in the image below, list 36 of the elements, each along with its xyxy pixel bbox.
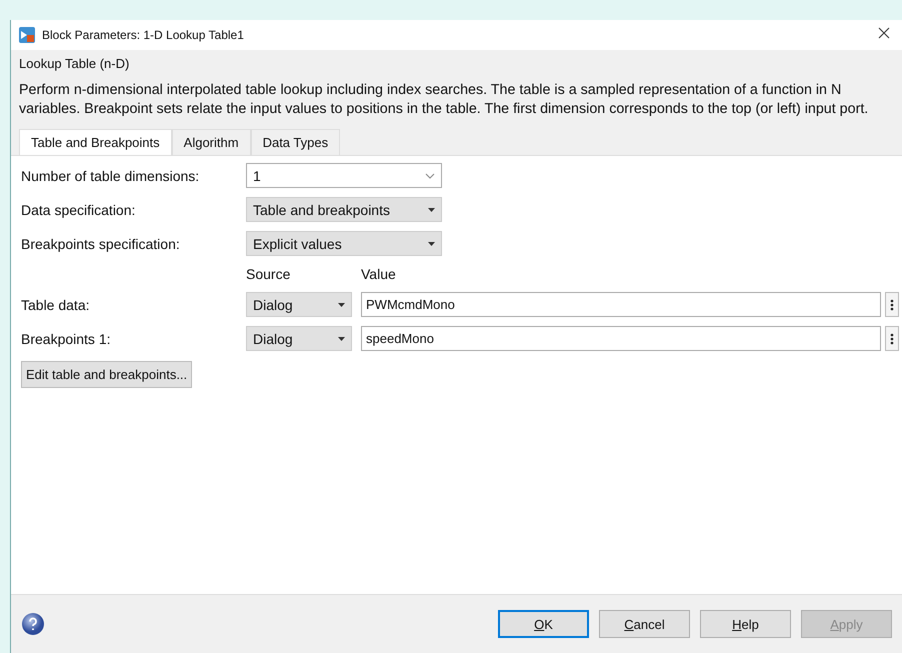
- group-title: Lookup Table (n-D): [19, 55, 130, 73]
- parameter-label: Breakpoints 1:: [21, 330, 112, 346]
- caret-icon: [428, 208, 435, 212]
- more-button[interactable]: [885, 326, 899, 351]
- app-icon: [19, 27, 35, 43]
- more-button[interactable]: [885, 292, 899, 317]
- dropdown[interactable]: Table and breakpoints: [246, 197, 442, 222]
- dialog-button[interactable]: Help: [700, 610, 791, 638]
- setting-label: Breakpoints specification:: [21, 236, 181, 252]
- window-title: Block Parameters: 1-D Lookup Table1: [42, 28, 245, 42]
- description-text: Perform n-dimensional interpolated table lookup including index searches. The table is a sampled representation of a function in N variables. Breakpoint sets relate the input values to positions in the table. The first dimension corresponds to the top (or left) input port.: [19, 81, 870, 119]
- dialog-button[interactable]: Cancel: [599, 610, 690, 638]
- tab[interactable]: Table and Breakpoints: [19, 129, 172, 155]
- setting-label: Data specification:: [21, 202, 136, 218]
- column-header: Source: [246, 266, 292, 282]
- caret-icon: [428, 242, 435, 246]
- ellipsis-icon: [890, 332, 894, 344]
- source-dropdown[interactable]: Dialog: [246, 326, 352, 351]
- close-icon: [878, 27, 890, 39]
- dropdown[interactable]: Explicit values: [246, 231, 442, 256]
- source-dropdown[interactable]: Dialog: [246, 292, 352, 317]
- parameter-label: Table data:: [21, 296, 90, 312]
- edit-button[interactable]: Edit table and breakpoints...: [21, 361, 192, 388]
- tab[interactable]: Data Types: [250, 129, 340, 155]
- setting-label: Number of table dimensions:: [21, 168, 200, 184]
- value-field[interactable]: PWMcmdMono: [361, 292, 881, 317]
- chevron-down-icon: [425, 172, 435, 178]
- dialog-button[interactable]: OK: [498, 610, 589, 638]
- column-header: Value: [361, 266, 396, 282]
- caret-icon: [338, 336, 345, 340]
- ellipsis-icon: [890, 298, 894, 310]
- help-icon[interactable]: [21, 612, 45, 636]
- combo-box[interactable]: 1: [246, 163, 442, 188]
- caret-icon: [338, 302, 345, 306]
- value-field[interactable]: speedMono: [361, 326, 881, 351]
- tab[interactable]: Algorithm: [172, 129, 251, 155]
